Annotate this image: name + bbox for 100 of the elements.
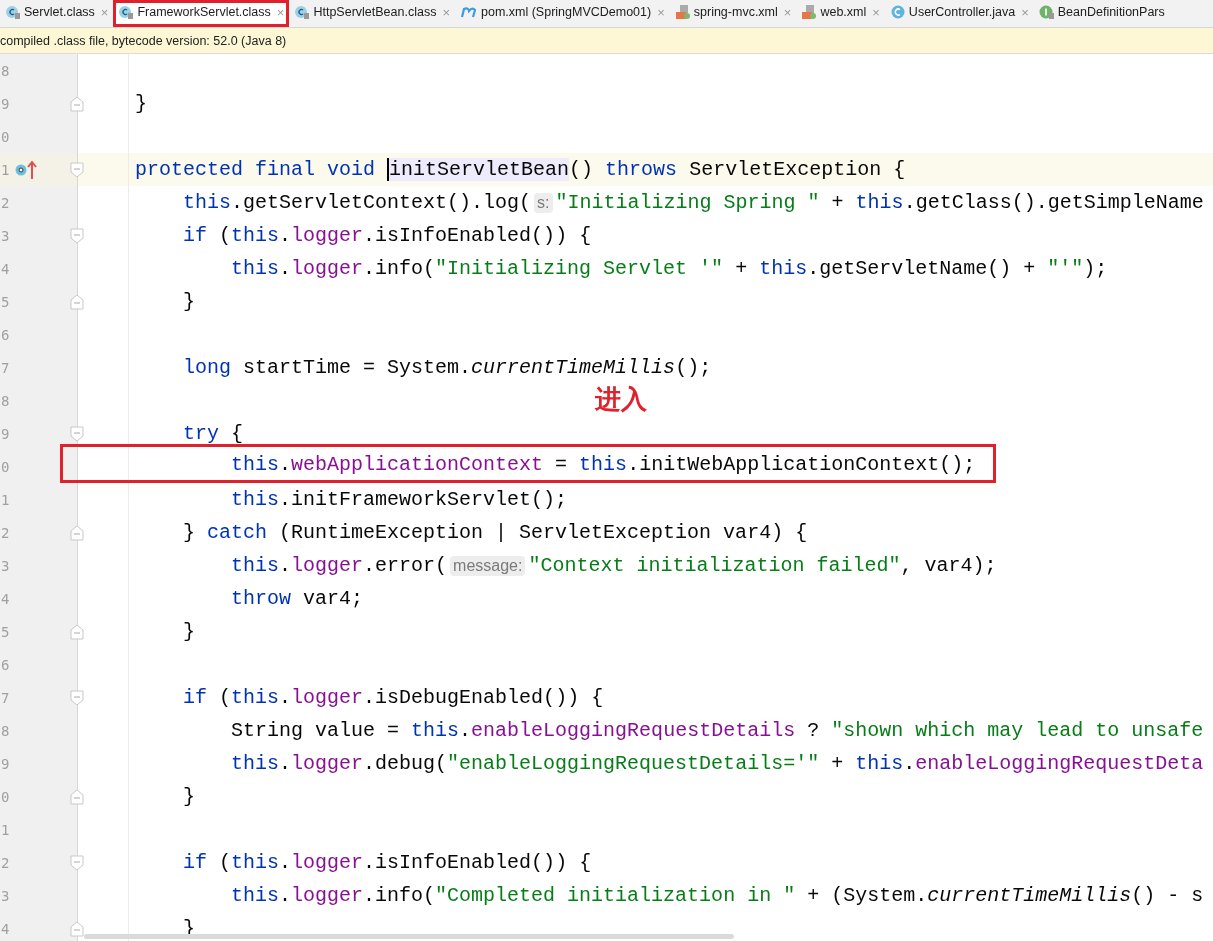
unfold-icon[interactable] <box>70 920 84 937</box>
code-token: startTime = System. <box>242 356 472 379</box>
line-number: 1 <box>1 161 11 178</box>
line-number: 0 <box>1 458 11 475</box>
line-number: 1 <box>1 491 11 508</box>
code-token: . <box>279 686 292 709</box>
code-token: currentTimeMillis <box>927 884 1132 907</box>
code-token: webApplicationContext <box>291 453 544 476</box>
code-token: logger <box>291 686 364 709</box>
code-token: "enableLoggingRequestDetails='" <box>447 752 820 775</box>
unfold-icon[interactable] <box>70 524 84 541</box>
code-token: this <box>230 257 280 280</box>
code-token: if <box>182 686 208 709</box>
code-token: . <box>279 453 292 476</box>
code-token: ? <box>806 719 821 742</box>
code-token: this <box>579 453 628 476</box>
code-token: . <box>279 884 292 907</box>
code-token: catch <box>207 521 268 544</box>
code-token: .info( <box>363 884 436 907</box>
code-token: (RuntimeException | ServletException var4) { <box>278 521 808 544</box>
code-token: + (System. <box>806 884 928 907</box>
line-number: 8 <box>1 62 11 79</box>
code-token: enableLoggingRequestDetails <box>471 719 796 742</box>
line-number: 9 <box>1 95 11 112</box>
code-token: .isInfoEnabled()) { <box>363 224 592 247</box>
code-token: this <box>231 851 280 874</box>
code-token: .isDebugEnabled()) { <box>363 686 604 709</box>
code-token: String value = <box>230 719 401 742</box>
code-token: this <box>230 488 280 511</box>
info-banner: compiled .class file, bytecode version: 52.0 (Java 8) <box>0 28 1213 54</box>
code-token: .initFrameworkServlet(); <box>279 488 568 511</box>
fold-icon[interactable] <box>70 425 84 442</box>
code-token: ServletException { <box>688 158 906 181</box>
code-token: ( <box>218 686 232 709</box>
code-token: logger <box>291 257 364 280</box>
code-token: .isInfoEnabled()) { <box>363 851 592 874</box>
line-number: 5 <box>1 293 11 310</box>
code-token: + <box>830 191 845 214</box>
unfold-icon[interactable] <box>70 293 84 310</box>
code-token: . <box>279 257 292 280</box>
horizontal-scrollbar[interactable] <box>84 934 734 939</box>
line-number: 9 <box>1 425 11 442</box>
code-token: . <box>279 752 292 775</box>
line-number: 4 <box>1 920 11 937</box>
fold-icon[interactable] <box>70 689 84 706</box>
fold-icon[interactable] <box>70 161 84 178</box>
code-token: () - s <box>1131 884 1204 907</box>
line-number: 0 <box>1 788 11 805</box>
parameter-hint: message: <box>450 555 526 576</box>
code-token: .initWebApplicationContext(); <box>627 453 976 476</box>
override-marker-icon[interactable] <box>14 158 38 181</box>
code-token: (); <box>675 356 712 379</box>
fold-icon[interactable] <box>70 227 84 244</box>
code-token: + <box>830 752 845 775</box>
code-token: this <box>759 257 808 280</box>
line-number: 5 <box>1 623 11 640</box>
line-number: 7 <box>1 359 11 376</box>
line-number: 4 <box>1 590 11 607</box>
editor-tab[interactable]: FrameworkServlet.class × <box>113 0 290 27</box>
code-token: } <box>182 290 196 313</box>
code-token: this <box>182 191 232 214</box>
code-token: .error( <box>363 554 448 577</box>
code-token: logger <box>291 554 364 577</box>
code-token: } <box>182 620 196 643</box>
code-token: this <box>230 554 280 577</box>
fold-icon[interactable] <box>70 854 84 871</box>
code-token: var4; <box>302 587 364 610</box>
code-token: } <box>182 521 197 544</box>
line-number: 8 <box>1 392 11 409</box>
class-file-icon <box>294 4 311 20</box>
code-token: .info( <box>363 257 436 280</box>
code-token: this <box>231 686 280 709</box>
code-token: enableLoggingRequestDeta <box>915 752 1204 775</box>
code-token: + <box>734 257 749 280</box>
code-token: } <box>134 92 147 115</box>
code-token: ( <box>218 224 232 247</box>
line-number: 6 <box>1 326 11 343</box>
code-token: logger <box>291 752 364 775</box>
line-number: 3 <box>1 227 11 244</box>
line-number: 4 <box>1 260 11 277</box>
unfold-icon[interactable] <box>70 95 84 112</box>
unfold-icon[interactable] <box>70 623 84 640</box>
line-number: 2 <box>1 194 11 211</box>
class-icon <box>889 4 906 20</box>
xml-file-icon <box>674 4 691 20</box>
code-token: "Completed initialization in " <box>435 884 796 907</box>
code-token: "'" <box>1047 257 1084 280</box>
code-token: this <box>230 453 280 476</box>
code-token: . <box>279 224 292 247</box>
code-token: long <box>182 356 232 379</box>
code-token: "shown which may lead to unsafe <box>831 719 1204 742</box>
code-token: if <box>182 224 208 247</box>
unfold-icon[interactable] <box>70 788 84 805</box>
code-token: . <box>903 752 916 775</box>
line-number: 3 <box>1 887 11 904</box>
code-token: .getServletName() + <box>807 257 1037 280</box>
code-token: .getServletContext().log( <box>231 191 532 214</box>
xml-file-icon <box>801 4 818 20</box>
line-number: 0 <box>1 128 11 145</box>
line-number: 8 <box>1 722 11 739</box>
